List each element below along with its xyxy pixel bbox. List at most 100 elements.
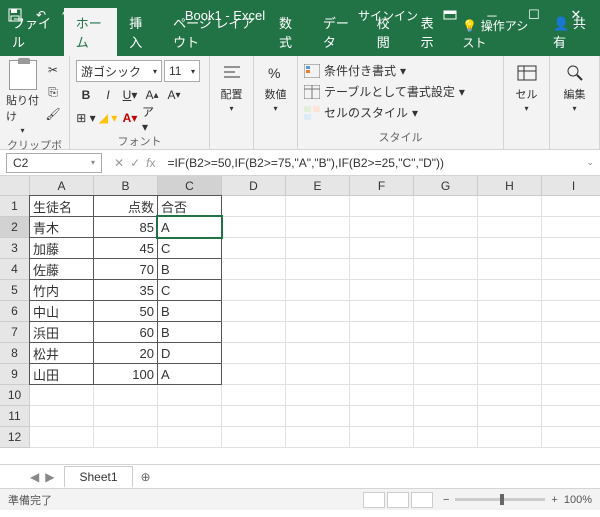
- cell[interactable]: [414, 238, 478, 259]
- cell[interactable]: [478, 427, 542, 448]
- sheet-next-icon[interactable]: ▶: [45, 470, 54, 484]
- cell[interactable]: 60: [93, 321, 158, 343]
- cell[interactable]: [478, 385, 542, 406]
- zoom-in-icon[interactable]: +: [551, 494, 557, 506]
- cell[interactable]: [350, 259, 414, 280]
- row-header[interactable]: 2: [0, 217, 30, 238]
- alignment-button[interactable]: 配置▾: [216, 60, 247, 115]
- cell[interactable]: 中山: [29, 300, 94, 322]
- sheet-prev-icon[interactable]: ◀: [30, 470, 39, 484]
- cell[interactable]: [414, 322, 478, 343]
- cell[interactable]: 山田: [29, 363, 94, 385]
- cell[interactable]: [414, 196, 478, 217]
- phonetic-button[interactable]: ア ▾: [142, 108, 162, 128]
- cell[interactable]: [478, 259, 542, 280]
- cell[interactable]: [542, 196, 600, 217]
- column-header[interactable]: G: [414, 176, 478, 196]
- cell[interactable]: [350, 322, 414, 343]
- font-size-select[interactable]: 11▾: [164, 60, 200, 82]
- row-headers[interactable]: 123456789101112: [0, 196, 30, 448]
- cells-area[interactable]: 生徒名点数合否青木85A加藤45C佐藤70B竹内35C中山50B浜田60B松井2…: [30, 196, 600, 448]
- tab-file[interactable]: ファイル: [0, 8, 64, 56]
- cell[interactable]: [414, 280, 478, 301]
- formula-input[interactable]: =IF(B2>=50,IF(B2>=75,"A","B"),IF(B2>=25,…: [161, 156, 580, 170]
- cell[interactable]: 点数: [93, 195, 158, 217]
- cell[interactable]: [478, 238, 542, 259]
- cell[interactable]: [478, 322, 542, 343]
- cell[interactable]: [478, 196, 542, 217]
- cell[interactable]: [414, 343, 478, 364]
- cell[interactable]: [222, 343, 286, 364]
- cell[interactable]: [350, 238, 414, 259]
- cell[interactable]: [542, 427, 600, 448]
- enter-formula-icon[interactable]: ✓: [130, 156, 140, 170]
- font-color-button[interactable]: A ▾: [120, 108, 140, 128]
- cell[interactable]: [286, 196, 350, 217]
- cell[interactable]: [286, 259, 350, 280]
- cell[interactable]: 100: [93, 363, 158, 385]
- cell[interactable]: [478, 364, 542, 385]
- cell[interactable]: [222, 406, 286, 427]
- column-header[interactable]: F: [350, 176, 414, 196]
- column-header[interactable]: C: [158, 176, 222, 196]
- cell[interactable]: [350, 196, 414, 217]
- cell[interactable]: A: [157, 363, 222, 385]
- cell[interactable]: [286, 301, 350, 322]
- column-header[interactable]: D: [222, 176, 286, 196]
- page-layout-view-icon[interactable]: [387, 492, 409, 508]
- sheet-tab[interactable]: Sheet1: [64, 466, 132, 487]
- zoom-out-icon[interactable]: −: [443, 494, 449, 506]
- cell[interactable]: [414, 217, 478, 238]
- row-header[interactable]: 9: [0, 364, 30, 385]
- cell[interactable]: [414, 301, 478, 322]
- cell[interactable]: [478, 406, 542, 427]
- cell[interactable]: B: [157, 258, 222, 280]
- cell[interactable]: 生徒名: [29, 195, 94, 217]
- row-header[interactable]: 7: [0, 322, 30, 343]
- cell[interactable]: [286, 343, 350, 364]
- cell[interactable]: [222, 364, 286, 385]
- cell[interactable]: [542, 238, 600, 259]
- cell[interactable]: [158, 385, 222, 406]
- cell[interactable]: [478, 217, 542, 238]
- cell[interactable]: [542, 385, 600, 406]
- cell[interactable]: C: [157, 279, 222, 301]
- cell[interactable]: [222, 301, 286, 322]
- cell[interactable]: [542, 364, 600, 385]
- cell[interactable]: [478, 301, 542, 322]
- cell[interactable]: [542, 259, 600, 280]
- cell[interactable]: 50: [93, 300, 158, 322]
- cell[interactable]: 浜田: [29, 321, 94, 343]
- format-as-table-button[interactable]: テーブルとして書式設定 ▾: [304, 81, 497, 102]
- fx-icon[interactable]: fx: [146, 156, 155, 170]
- new-sheet-button[interactable]: ⊕: [135, 466, 157, 488]
- cell[interactable]: [30, 406, 94, 427]
- cell[interactable]: 松井: [29, 342, 94, 364]
- zoom-control[interactable]: − + 100%: [443, 494, 592, 506]
- cell[interactable]: [94, 427, 158, 448]
- cell[interactable]: 合否: [157, 195, 222, 217]
- cell[interactable]: [350, 364, 414, 385]
- cell[interactable]: [350, 301, 414, 322]
- cell[interactable]: [158, 406, 222, 427]
- cut-icon[interactable]: ✂: [43, 60, 63, 80]
- cell[interactable]: [222, 280, 286, 301]
- cell[interactable]: [222, 427, 286, 448]
- cell[interactable]: [414, 385, 478, 406]
- cell[interactable]: 70: [93, 258, 158, 280]
- cell[interactable]: [542, 217, 600, 238]
- italic-button[interactable]: I: [98, 85, 118, 105]
- cell[interactable]: [30, 427, 94, 448]
- column-header[interactable]: H: [478, 176, 542, 196]
- cell[interactable]: [222, 385, 286, 406]
- row-header[interactable]: 5: [0, 280, 30, 301]
- cell-styles-button[interactable]: セルのスタイル ▾: [304, 102, 497, 123]
- cell[interactable]: 加藤: [29, 237, 94, 259]
- zoom-slider[interactable]: [455, 498, 545, 501]
- tab-layout[interactable]: ページ レイアウト: [161, 8, 267, 56]
- cell[interactable]: B: [157, 300, 222, 322]
- cancel-formula-icon[interactable]: ✕: [114, 156, 124, 170]
- cell[interactable]: [414, 364, 478, 385]
- cell[interactable]: [542, 280, 600, 301]
- cell[interactable]: [286, 280, 350, 301]
